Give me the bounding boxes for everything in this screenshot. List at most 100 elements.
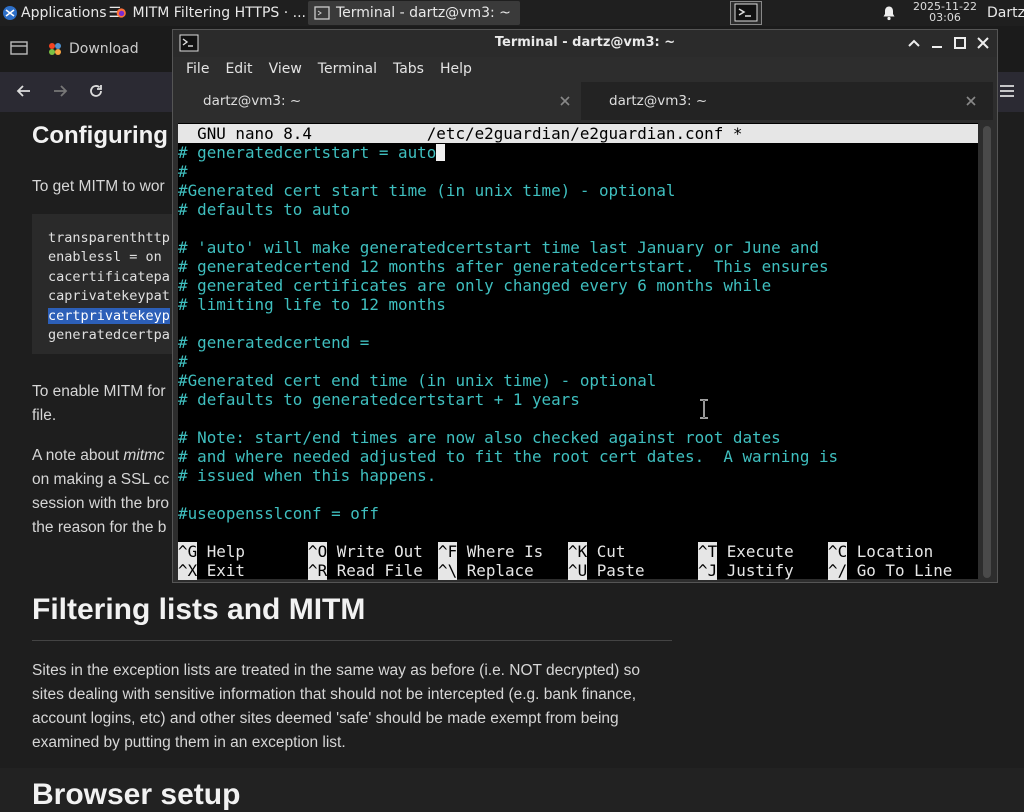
paragraph: session with the bro [32,495,169,512]
taskbar-label: MITM Filtering HTTPS · ... [132,5,306,21]
section-heading: Browser setup [32,778,241,811]
editor-line: # [178,352,188,371]
app-menu-icon[interactable] [998,82,1016,100]
taskbar-label: Terminal - dartz@vm3: ~ [336,5,511,21]
terminal-titlebar[interactable]: Terminal - dartz@vm3: ~ [173,30,997,57]
terminal-launcher-button[interactable] [730,1,762,25]
editor-line: # defaults to auto [178,200,351,219]
shortcut-where-is[interactable]: ^F Where Is [438,542,543,561]
terminal-tab-label: dartz@vm3: ~ [203,93,302,109]
shortcut-go-to-line[interactable]: ^/ Go To Line [828,561,952,580]
paragraph: To enable MITM for [32,383,166,400]
code-line: transparenthttp [48,230,170,246]
reload-icon[interactable] [87,82,105,100]
clock-time: 03:06 [929,11,961,24]
paragraph: the reason for the b [32,519,167,536]
emphasis: mitmc [123,447,165,464]
shortcut-execute[interactable]: ^T Execute [698,542,794,561]
menu-edit[interactable]: Edit [217,57,260,81]
menu-terminal[interactable]: Terminal [310,57,385,81]
editor-line: # generatedcertend = [178,333,370,352]
shortcut-read-file[interactable]: ^R Read File [308,561,423,580]
applications-menu[interactable]: Applications ☰ [2,0,121,26]
paragraph: account logins, etc) and other sites dee… [32,710,619,727]
terminal-menubar: File Edit View Terminal Tabs Help [173,57,997,81]
nano-title-bar: GNU nano 8.4 /etc/e2guardian/e2guardian.… [178,124,978,143]
editor-line: #useopensslconf = off [178,504,379,523]
paragraph: A note about mitmc [32,447,165,465]
editor-line: # generatedcertend 12 months after gener… [178,257,829,276]
back-icon[interactable] [15,82,33,100]
user-menu[interactable]: Dartz [987,0,1024,26]
terminal-icon [734,3,758,22]
code-block: transparenthttp enablessl = on cacertifi… [32,214,192,354]
editor-line: # defaults to generatedcertstart + 1 yea… [178,390,580,409]
joomla-icon [49,43,61,55]
paragraph: file. [32,407,57,424]
close-icon[interactable] [976,36,990,50]
taskbar-item-terminal[interactable]: Terminal - dartz@vm3: ~ [308,1,520,25]
code-line: cacertificatepa [48,269,170,285]
browser-tab-download[interactable]: Download [48,34,139,64]
terminal-icon [314,6,330,20]
shortcut-write-out[interactable]: ^O Write Out [308,542,423,561]
top-panel: Applications ☰ MITM Filtering HTTPS · ..… [0,0,1024,26]
terminal-tab-2[interactable]: dartz@vm3: ~ [583,82,987,120]
editor-line: # limiting life to 12 months [178,295,446,314]
editor-line: # Note: start/end times are now also che… [178,428,781,447]
mouse-ibeam-cursor-icon [700,399,708,419]
taskbar-item-firefox[interactable]: MITM Filtering HTTPS · ... [110,1,312,25]
editor-line: # generatedcertstart = auto [178,143,446,162]
section-heading: Configuring [32,122,168,149]
paragraph: examined by putting them in an exception… [32,734,346,751]
terminal-window: Terminal - dartz@vm3: ~ File Edit View T… [172,29,998,583]
editor-line: #Generated cert start time (in unix time… [178,181,676,200]
heading-divider [32,640,672,641]
terminal-tab-bar: dartz@vm3: ~ dartz@vm3: ~ [177,82,993,120]
editor-line: # generated certificates are only change… [178,276,772,295]
paragraph: sites dealing with sensitive information… [32,686,637,703]
terminal-tab-label: dartz@vm3: ~ [609,93,708,109]
code-line: caprivatekeypat [48,288,170,304]
editor-line: # issued when this happens. [178,466,437,485]
paragraph: on making a SSL cc [32,471,170,488]
nano-editor[interactable]: GNU nano 8.4 /etc/e2guardian/e2guardian.… [178,123,978,580]
text: A note about [32,447,124,464]
applications-label: Applications [21,5,107,21]
code-line: enablessl = on [48,249,162,265]
panel-clock[interactable]: 2025-11-22 03:06 [906,1,984,23]
shade-icon[interactable] [907,36,921,50]
shortcut-location[interactable]: ^C Location [828,542,933,561]
paragraph: Sites in the exception lists are treated… [32,662,640,679]
shortcut-help[interactable]: ^G Help [178,542,245,561]
code-line: generatedcertpa [48,327,170,343]
text-cursor [436,144,446,161]
editor-line: # and where needed adjusted to fit the r… [178,447,839,466]
shortcut-exit[interactable]: ^X Exit [178,561,245,580]
close-tab-icon[interactable] [559,95,571,107]
firefox-icon [116,8,126,18]
shortcut-replace[interactable]: ^\ Replace [438,561,534,580]
menu-tabs[interactable]: Tabs [385,57,432,81]
menu-help[interactable]: Help [432,57,480,81]
terminal-tab-1[interactable]: dartz@vm3: ~ [177,82,581,120]
notification-bell-icon[interactable] [881,5,897,21]
minimize-icon[interactable] [930,36,944,50]
menu-view[interactable]: View [261,57,310,81]
shortcut-paste[interactable]: ^U Paste [568,561,645,580]
menu-file[interactable]: File [173,57,217,81]
browser-tab-label: Download [69,41,139,57]
section-heading: Filtering lists and MITM [32,593,366,626]
paragraph: To get MITM to wor [32,178,165,195]
editor-line: #Generated cert end time (in unix time) … [178,371,657,390]
terminal-scrollbar[interactable] [983,126,991,578]
forward-icon[interactable] [51,82,69,100]
sidebar-icon[interactable] [10,40,28,56]
window-title: Terminal - dartz@vm3: ~ [494,35,676,50]
code-line-selected: certprivatekeyp [48,308,170,324]
editor-line: # 'auto' will make generatedcertstart ti… [178,238,819,257]
maximize-icon[interactable] [953,36,967,50]
close-tab-icon[interactable] [965,95,977,107]
shortcut-justify[interactable]: ^J Justify [698,561,794,580]
shortcut-cut[interactable]: ^K Cut [568,542,625,561]
